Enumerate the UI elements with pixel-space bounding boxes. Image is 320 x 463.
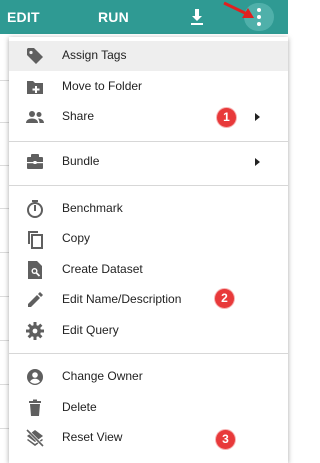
layers-off-icon bbox=[25, 428, 45, 448]
menu-item-label: Change Owner bbox=[62, 369, 143, 383]
red-arrow-icon bbox=[223, 1, 254, 18]
context-menu: Assign Tags Move to Folder Share Bundle bbox=[9, 37, 288, 463]
menu-item-label: Edit Name/Description bbox=[62, 292, 182, 306]
menu-item-label: Bundle bbox=[62, 154, 100, 168]
menu-item-edit-query[interactable]: Edit Query bbox=[9, 316, 288, 346]
menu-item-label: Benchmark bbox=[62, 201, 123, 215]
menu-item-copy[interactable]: Copy bbox=[9, 224, 288, 254]
menu-divider bbox=[9, 141, 288, 142]
menu-item-label: Reset View bbox=[62, 430, 123, 444]
timer-icon bbox=[27, 200, 43, 218]
menu-item-edit-name-description[interactable]: Edit Name/Description bbox=[9, 285, 288, 315]
gear-icon bbox=[26, 322, 44, 340]
edit-button[interactable]: EDIT bbox=[7, 9, 40, 25]
menu-item-label: Share bbox=[62, 109, 95, 123]
tag-icon bbox=[27, 48, 43, 64]
annotation-badge-1: 1 bbox=[217, 108, 236, 127]
menu-item-benchmark[interactable]: Benchmark bbox=[9, 194, 288, 224]
trash-icon bbox=[29, 399, 41, 416]
file-search-icon bbox=[28, 261, 42, 279]
menu-item-bundle[interactable]: Bundle bbox=[9, 147, 288, 177]
chevron-right-icon bbox=[255, 158, 260, 166]
pencil-icon bbox=[28, 292, 43, 307]
toolbar: EDIT RUN bbox=[0, 0, 288, 34]
people-icon bbox=[26, 111, 44, 123]
menu-item-label: Copy bbox=[62, 231, 91, 245]
menu-divider bbox=[9, 185, 288, 186]
briefcase-icon bbox=[27, 154, 43, 169]
menu-divider bbox=[9, 353, 288, 354]
folder-plus-icon bbox=[27, 81, 43, 94]
account-circle-icon bbox=[27, 369, 43, 385]
menu-item-label: Move to Folder bbox=[62, 79, 143, 93]
menu-item-change-owner[interactable]: Change Owner bbox=[9, 362, 288, 392]
copy-icon bbox=[28, 231, 43, 249]
menu-item-label: Edit Query bbox=[62, 323, 119, 337]
menu-item-create-dataset[interactable]: Create Dataset bbox=[9, 255, 288, 285]
annotation-badge-2: 2 bbox=[215, 289, 234, 308]
menu-item-move-to-folder[interactable]: Move to Folder bbox=[9, 72, 288, 102]
menu-item-delete[interactable]: Delete bbox=[9, 393, 288, 423]
menu-item-assign-tags[interactable]: Assign Tags bbox=[9, 41, 288, 71]
menu-item-reset-view[interactable]: Reset View bbox=[9, 423, 288, 453]
menu-item-label: Delete bbox=[62, 400, 97, 414]
menu-item-share[interactable]: Share bbox=[9, 102, 288, 132]
chevron-right-icon bbox=[255, 113, 260, 121]
download-icon[interactable] bbox=[187, 7, 207, 27]
annotation-badge-3: 3 bbox=[216, 430, 235, 449]
menu-item-label: Create Dataset bbox=[62, 262, 143, 276]
menu-item-label: Assign Tags bbox=[62, 48, 127, 62]
run-button[interactable]: RUN bbox=[98, 9, 129, 25]
